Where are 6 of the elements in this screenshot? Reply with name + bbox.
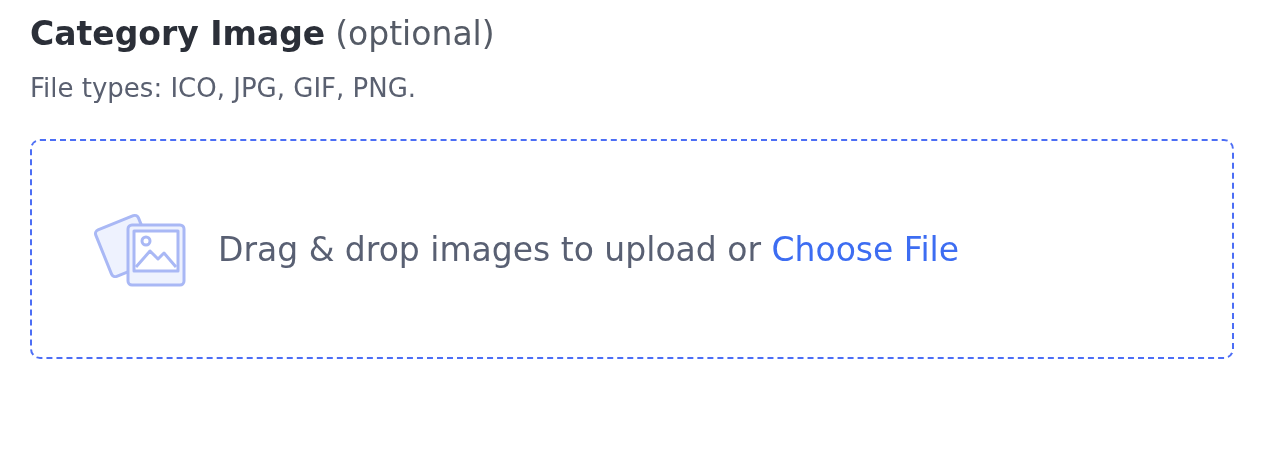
upload-prompt: Drag & drop images to upload or Choose File	[218, 229, 960, 269]
choose-file-link[interactable]: Choose File	[771, 229, 960, 269]
dropzone[interactable]: Drag & drop images to upload or Choose File	[30, 139, 1234, 359]
field-label: Category Image	[30, 14, 326, 53]
optional-note: (optional)	[335, 14, 495, 53]
file-types-hint: File types: ICO, JPG, GIF, PNG.	[30, 73, 418, 103]
